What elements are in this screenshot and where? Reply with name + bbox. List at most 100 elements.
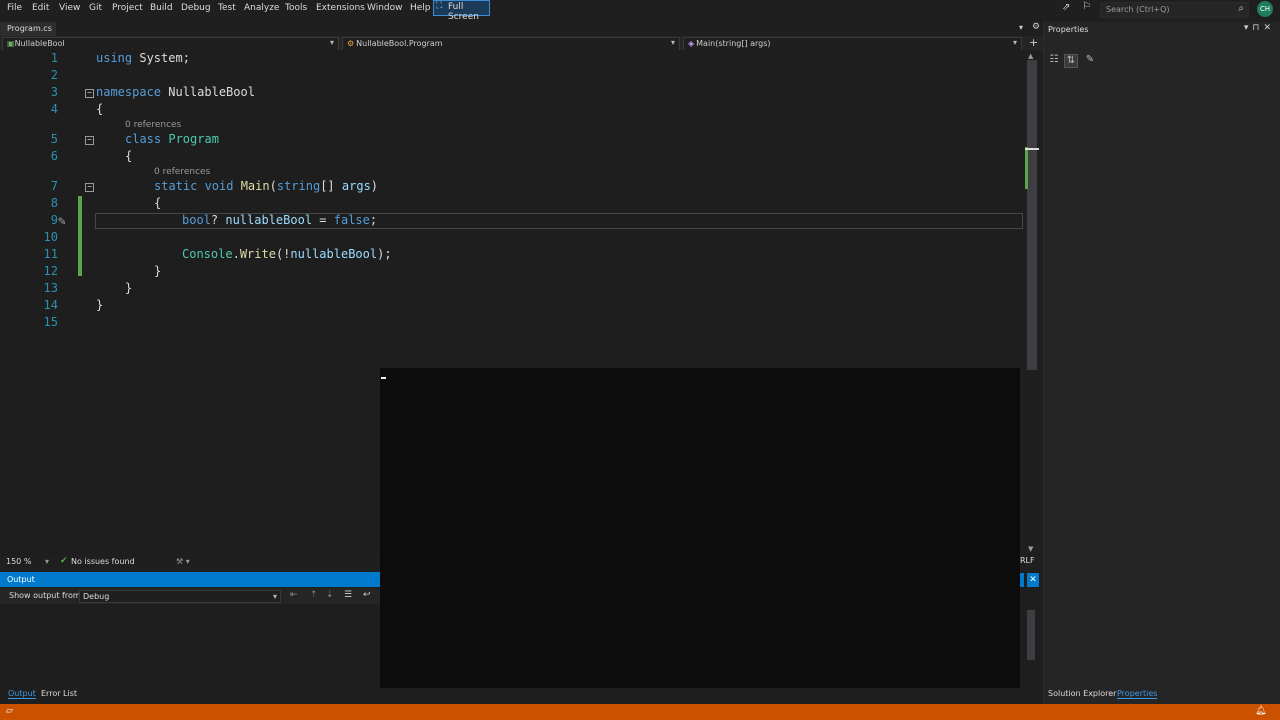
output-panel-edge: ✕ [1020,572,1042,688]
navigation-bar: ▣NullableBool ▾ ⚙ NullableBool.Program ▾ … [0,36,1043,51]
menu-build[interactable]: Build [150,3,173,13]
search-icon: ⌕ [1238,3,1244,14]
class-references-codelens[interactable]: 0 references [125,120,181,130]
editor-status-bar: 150 % ▾ ✔ No issues found ⚒ ▾ [0,556,380,568]
collapse-method-icon[interactable]: − [85,183,94,192]
method-icon: ◈ [688,39,695,48]
edit-pencil-icon: ✎ [58,214,66,229]
code-line-5: class Program [125,132,219,146]
zoom-level[interactable]: 150 % [6,557,31,566]
notifications-bell-icon[interactable]: 🔔︎ [1255,706,1266,716]
tab-properties[interactable]: Properties [1117,689,1158,699]
code-line-7: static void Main(string[] args) [154,179,379,193]
menu-project[interactable]: Project [112,3,143,13]
full-screen-button[interactable]: ⛶ Full Screen [433,0,490,22]
settings-gear-icon[interactable]: ⚙ [1032,22,1040,32]
find-message-icon[interactable]: ⇤ [290,590,298,600]
code-area[interactable]: 1 2 3 4 5 6 7 8 9 10 11 12 13 14 15 ✎ − … [0,50,1023,350]
line-number: 15 [43,315,58,329]
next-message-icon[interactable]: ⇣ [326,590,334,600]
code-line-14: } [96,298,104,312]
output-scrollbar[interactable] [1027,610,1035,660]
tab-output[interactable]: Output [8,689,36,699]
console-window[interactable] [380,368,1020,688]
class-name: NullableBool.Program [356,39,443,48]
editor-vertical-scrollbar[interactable]: ▲ ▼ [1023,50,1042,556]
menu-edit[interactable]: Edit [32,3,49,13]
collapse-namespace-icon[interactable]: − [85,89,94,98]
code-line-1: using System; [96,51,190,65]
issues-status[interactable]: No issues found [71,557,135,566]
tab-error-list[interactable]: Error List [41,689,77,698]
output-toolbar: Show output from: Debug ▾ ⇤ ⇡ ⇣ ☰ ↩ [0,588,380,604]
output-title-bar[interactable]: Output [0,572,380,587]
line-number: 5 [50,132,58,146]
menu-test[interactable]: Test [218,3,236,13]
live-share-icon[interactable]: ⇗ [1062,2,1070,13]
output-source-value: Debug [83,592,110,601]
menu-help[interactable]: Help [410,3,431,13]
zoom-dropdown-icon[interactable]: ▾ [45,557,49,566]
csharp-project-icon: ▣ [7,39,15,48]
output-source-dropdown[interactable]: Debug ▾ [79,590,281,603]
properties-toolbar: ☷ ⇅ ✎ [1048,54,1277,68]
previous-message-icon[interactable]: ⇡ [310,590,318,600]
scroll-down-icon[interactable]: ▼ [1028,545,1033,553]
line-ending-indicator[interactable]: RLF [1020,556,1035,565]
tab-solution-explorer[interactable]: Solution Explorer [1048,689,1116,698]
full-screen-label: Full Screen [448,2,479,22]
chevron-down-icon: ▾ [1012,38,1017,47]
code-cleanup-icon[interactable]: ⚒ ▾ [176,557,190,566]
line-number: 3 [50,85,58,99]
property-pages-icon[interactable]: ✎ [1084,54,1096,66]
split-window-icon[interactable]: + [1029,36,1038,49]
menu-git[interactable]: Git [89,3,102,13]
line-number: 6 [50,149,58,163]
code-line-12: } [154,264,162,278]
menu-view[interactable]: View [59,3,80,13]
method-references-codelens[interactable]: 0 references [154,167,210,177]
output-window-icon[interactable]: ▱ [6,706,13,716]
member-dropdown[interactable]: ◈ Main(string[] args) ▾ [683,37,1022,51]
project-dropdown[interactable]: ▣NullableBool ▾ [2,37,339,51]
collapse-class-icon[interactable]: − [85,136,94,145]
menu-window[interactable]: Window [367,3,403,13]
line-number: 7 [50,179,58,193]
line-number: 9 [50,213,58,227]
code-line-3: namespace NullableBool [96,85,255,99]
line-number: 1 [50,51,58,65]
class-dropdown[interactable]: ⚙ NullableBool.Program ▾ [342,37,680,51]
pane-window-controls[interactable]: ▾⊓✕ [1244,23,1275,33]
menu-analyze[interactable]: Analyze [244,3,279,13]
clear-all-icon[interactable]: ☰ [344,590,352,600]
tab-list-dropdown-icon[interactable]: ▾ [1019,23,1023,32]
project-name: NullableBool [14,39,65,48]
word-wrap-icon[interactable]: ↩ [363,590,371,600]
code-line-6: { [125,149,133,163]
feedback-icon[interactable]: ⚐ [1082,1,1091,12]
properties-title: Properties [1048,25,1089,34]
menu-file[interactable]: File [7,3,22,13]
code-line-11: Console.Write(!nullableBool); [182,247,392,261]
tab-label: Program.cs [7,24,52,33]
line-number: 11 [43,247,58,261]
right-pane-tabs: Solution Explorer Properties [1044,687,1280,703]
close-icon[interactable]: ✕ [1027,573,1039,587]
search-placeholder: Search (Ctrl+Q) [1106,5,1170,14]
code-line-13: } [125,281,133,295]
member-name: Main(string[] args) [696,39,771,48]
scroll-up-icon[interactable]: ▲ [1028,52,1033,60]
scrollbar-caret-marker [1025,148,1039,150]
menu-debug[interactable]: Debug [181,3,211,13]
categorized-icon[interactable]: ☷ [1048,54,1060,66]
menu-tools[interactable]: Tools [285,3,307,13]
search-box[interactable]: Search (Ctrl+Q) ⌕ [1100,2,1249,18]
scrollbar-thumb[interactable] [1027,60,1037,370]
avatar[interactable]: CH [1257,1,1273,17]
check-circle-icon: ✔ [60,556,68,566]
line-number: 2 [50,68,58,82]
line-number: 13 [43,281,58,295]
alphabetical-icon[interactable]: ⇅ [1064,54,1078,68]
menu-extensions[interactable]: Extensions [316,3,365,13]
line-number: 4 [50,102,58,116]
